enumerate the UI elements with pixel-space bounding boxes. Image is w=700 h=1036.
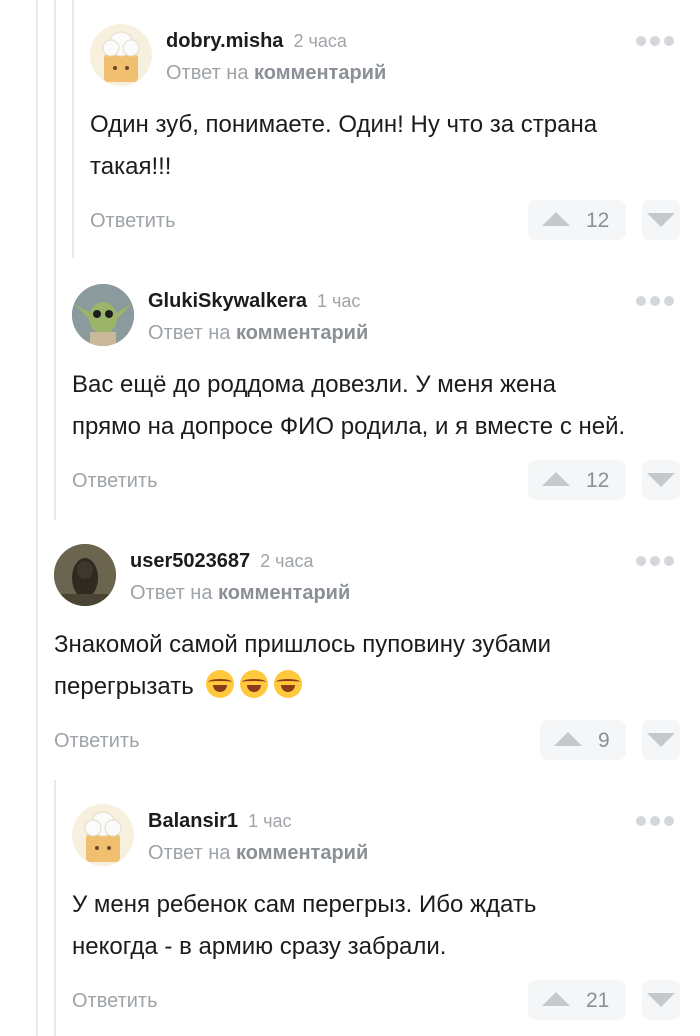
thread-line	[54, 0, 56, 520]
upvote-button[interactable]: 9	[540, 720, 626, 760]
reply-button[interactable]: Ответить	[90, 210, 176, 233]
upvote-button[interactable]: 12	[528, 460, 626, 500]
username[interactable]: dobry.misha 2 часа	[166, 30, 347, 53]
reply-button[interactable]: Ответить	[72, 990, 158, 1013]
tears-of-joy-emoji	[240, 670, 269, 698]
tears-of-joy-emoji	[274, 670, 303, 698]
username[interactable]: GlukiSkywalkera 1 час	[148, 290, 360, 313]
arrow-down-icon	[647, 213, 675, 227]
more-icon[interactable]	[636, 294, 676, 308]
photo-avatar-icon[interactable]	[54, 544, 116, 606]
reply-link[interactable]: комментарий	[254, 62, 386, 84]
downvote-button[interactable]	[642, 460, 680, 500]
username[interactable]: Balansir1 1 час	[148, 810, 291, 833]
vote-count: 12	[586, 209, 610, 232]
comment-time: 2 часа	[260, 551, 314, 571]
arrow-down-icon	[647, 473, 675, 487]
arrow-up-icon	[542, 212, 570, 226]
reply-link[interactable]: комментарий	[236, 322, 368, 344]
reply-to: Ответ на комментарий	[148, 322, 369, 344]
arrow-up-icon	[542, 472, 570, 486]
downvote-button[interactable]	[642, 720, 680, 760]
thread-line	[36, 0, 38, 1036]
downvote-button[interactable]	[642, 980, 680, 1020]
more-icon[interactable]	[636, 554, 676, 568]
vote-count: 12	[586, 469, 610, 492]
username[interactable]: user5023687 2 часа	[130, 550, 314, 573]
comment-text: Один зуб, понимаете. Один! Ну что за стр…	[90, 111, 598, 180]
reply-to: Ответ на комментарий	[130, 582, 351, 604]
reply-button[interactable]: Ответить	[54, 730, 140, 753]
reply-to: Ответ на комментарий	[166, 62, 387, 84]
arrow-down-icon	[647, 733, 675, 747]
thread-line	[72, 0, 74, 258]
arrow-down-icon	[647, 993, 675, 1007]
comment-time: 1 час	[316, 291, 361, 311]
cook-hat-avatar-icon[interactable]	[90, 24, 152, 86]
arrow-up-icon	[542, 992, 570, 1006]
reply-to: Ответ на комментарий	[148, 842, 369, 864]
more-icon[interactable]	[636, 814, 676, 828]
vote-count: 9	[598, 729, 610, 752]
reply-link[interactable]: комментарий	[218, 582, 350, 604]
upvote-button[interactable]: 21	[528, 980, 626, 1020]
reply-link[interactable]: комментарий	[236, 842, 368, 864]
comment-text: У меня ребенок сам перегрыз. Ибо ждать н…	[72, 891, 537, 960]
yoda-avatar-icon[interactable]	[72, 284, 134, 346]
upvote-button[interactable]: 12	[528, 200, 626, 240]
vote-count: 21	[586, 989, 610, 1012]
comment-time: 1 час	[248, 811, 292, 831]
reply-button[interactable]: Ответить	[72, 470, 158, 493]
more-icon[interactable]	[636, 34, 676, 48]
comment-text: Вас ещё до роддома довезли. У меня жена …	[72, 371, 626, 440]
thread-line	[54, 780, 56, 1036]
downvote-button[interactable]	[642, 200, 680, 240]
cook-hat-avatar-icon[interactable]	[72, 804, 134, 866]
tears-of-joy-emoji	[206, 670, 235, 698]
comment-time: 2 часа	[293, 31, 347, 51]
comment-text: Знакомой самой пришлось пуповину зубами …	[54, 631, 552, 700]
arrow-up-icon	[554, 732, 582, 746]
